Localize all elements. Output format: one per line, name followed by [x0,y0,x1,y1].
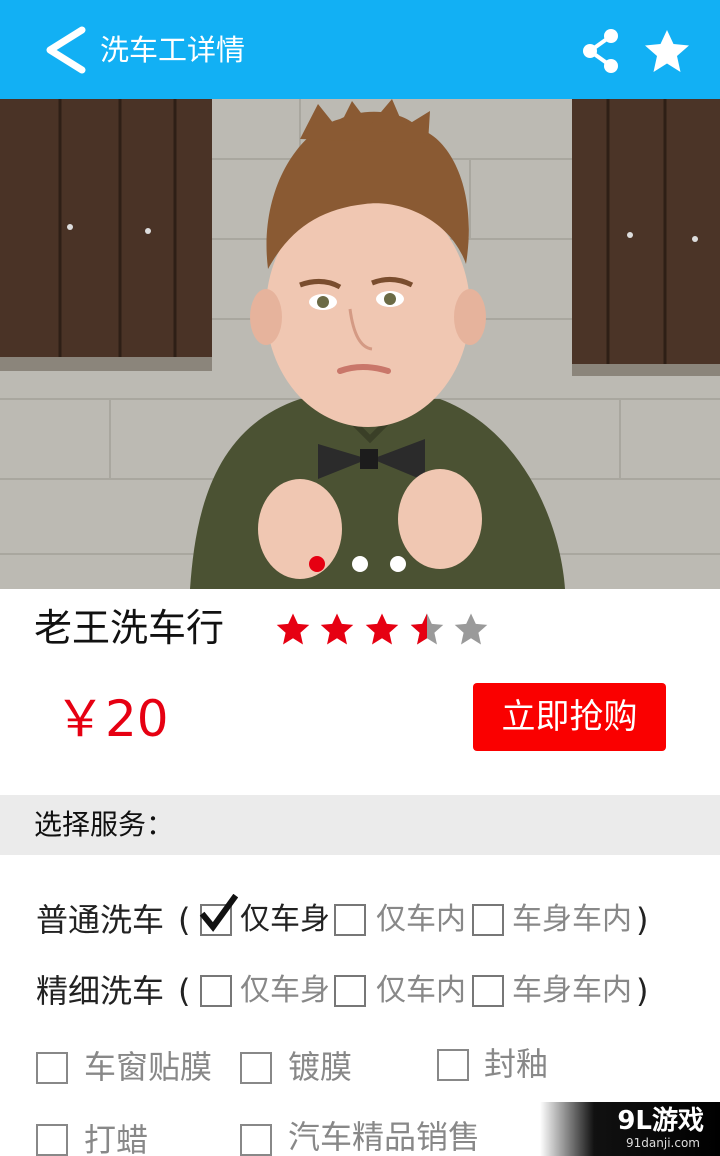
checkbox[interactable] [472,904,504,936]
carousel-indicator [0,556,720,572]
site-watermark: 9L游戏 91danji.com [540,1102,720,1156]
checkbox[interactable] [334,904,366,936]
star-full-icon [365,613,399,645]
open-paren: ( [178,972,191,1010]
extra-service-label[interactable]: 汽车精品销售 [288,1115,480,1156]
option-label[interactable]: 仅车身 [240,969,330,1013]
share-icon [583,29,618,73]
section-title: 选择服务： [34,808,175,841]
star-empty-icon [454,613,488,645]
chevron-left-icon [46,26,86,74]
option-label[interactable]: 仅车身 [240,898,330,942]
checkbox[interactable] [199,894,238,936]
carousel-dot[interactable] [309,556,325,572]
carousel-dot[interactable] [352,556,368,572]
close-paren: ) [636,972,649,1010]
extra-service-label[interactable]: 车窗贴膜 [84,1045,212,1089]
checkbox[interactable] [240,1124,272,1156]
carousel-dot[interactable] [390,556,406,572]
option-label[interactable]: 仅车内 [376,969,466,1013]
watermark-text: 9L游戏 [617,1106,704,1136]
buy-now-button[interactable]: 立即抢购 [473,683,666,751]
checkbox[interactable] [240,1052,272,1084]
checkbox[interactable] [36,1052,68,1084]
banner-carousel[interactable] [0,99,720,589]
service-section-header: 选择服务： [0,795,720,855]
close-paren: ) [636,901,649,939]
open-paren: ( [178,901,191,939]
back-button[interactable] [42,26,90,74]
checkbox[interactable] [437,1049,469,1081]
app-header: 洗车工详情 [0,0,720,99]
extra-service-label[interactable]: 封釉 [484,1042,548,1086]
star-full-icon [276,613,310,645]
share-button[interactable] [580,28,622,74]
banner-photo [0,99,720,589]
star-icon [645,30,689,72]
shop-name: 老王洗车行 [34,606,225,650]
checkmark-icon [199,894,238,932]
favorite-button[interactable] [644,29,690,73]
extra-service-label[interactable]: 打蜡 [84,1118,148,1156]
checkbox[interactable] [36,1124,68,1156]
price: ￥20 [55,690,169,748]
star-full-icon [320,613,354,645]
star-half-icon [410,613,444,645]
page-title: 洗车工详情 [100,33,246,67]
extra-service-label[interactable]: 镀膜 [288,1045,352,1089]
service-row-label: 普通洗车 [36,901,165,939]
service-row-label: 精细洗车 [36,972,165,1010]
option-label[interactable]: 仅车内 [376,898,466,942]
checkbox[interactable] [472,975,504,1007]
option-label[interactable]: 车身车内 [512,898,632,942]
checkbox[interactable] [200,975,232,1007]
option-label[interactable]: 车身车内 [512,969,632,1013]
watermark-url: 91danji.com [626,1136,700,1150]
checkbox[interactable] [334,975,366,1007]
